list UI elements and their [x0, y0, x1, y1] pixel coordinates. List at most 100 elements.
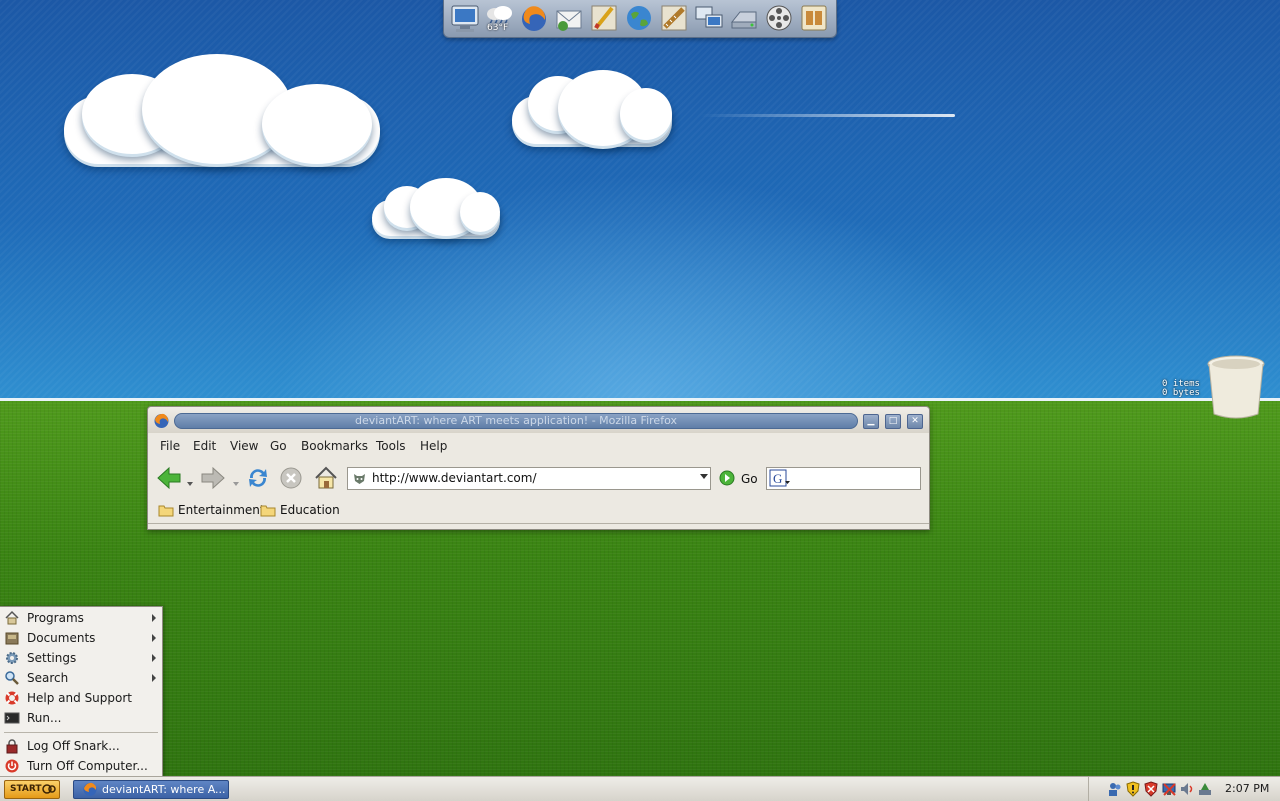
submenu-arrow-icon — [152, 654, 156, 662]
menu-separator — [4, 732, 158, 733]
start-menu-label: Help and Support — [27, 691, 132, 705]
system-tray: 2:07 PM — [1088, 777, 1280, 801]
start-logo-icon — [42, 784, 56, 794]
taskbar-button-firefox[interactable]: deviantART: where A... — [73, 780, 229, 799]
reload-icon[interactable] — [245, 465, 271, 491]
clock: 2:07 PM — [1225, 782, 1270, 795]
stop-icon[interactable] — [279, 466, 303, 490]
weather-temp: 63°F — [487, 23, 509, 33]
start-menu-label: Search — [27, 671, 69, 685]
bookmark-label: Education — [280, 503, 340, 517]
go-label: Go — [741, 472, 758, 486]
menu-bookmarks[interactable]: Bookmarks — [301, 439, 368, 453]
mail-icon[interactable] — [553, 2, 585, 34]
submenu-arrow-icon — [152, 674, 156, 682]
minimize-button[interactable]: ▁ — [863, 414, 879, 429]
menu-file[interactable]: File — [160, 439, 180, 453]
menu-tools[interactable]: Tools — [376, 439, 406, 453]
plane-contrail — [700, 114, 955, 117]
alert-shield-icon[interactable] — [1143, 781, 1159, 797]
folder-icon — [158, 505, 174, 517]
cloud — [62, 54, 382, 174]
trash-info: 0 items 0 bytes — [1162, 380, 1200, 398]
programs-icon — [5, 610, 19, 625]
maximize-button[interactable]: □ — [885, 414, 901, 429]
safely-remove-hardware-icon[interactable] — [1197, 781, 1213, 797]
pencil-icon[interactable] — [588, 2, 620, 34]
start-menu-label: Log Off Snark... — [27, 739, 120, 753]
start-button[interactable]: START — [4, 780, 60, 799]
submenu-arrow-icon — [152, 634, 156, 642]
deviantart-favicon-icon — [351, 470, 368, 487]
google-search-engine-icon[interactable]: G — [769, 469, 791, 487]
firefox-icon — [83, 782, 97, 796]
folder-icon — [260, 505, 276, 517]
back-dropdown-icon[interactable] — [186, 476, 194, 486]
firefox-window: deviantART: where ART meets application!… — [147, 406, 930, 530]
ruler-icon[interactable] — [658, 2, 690, 34]
cloud — [510, 70, 675, 155]
firefox-icon[interactable] — [153, 412, 170, 429]
menu-edit[interactable]: Edit — [193, 439, 216, 453]
documents-icon — [5, 632, 19, 645]
volume-icon[interactable] — [1179, 781, 1195, 797]
start-menu-label: Documents — [27, 631, 96, 645]
url-text: http://www.deviantart.com/ — [372, 471, 537, 485]
menu-go[interactable]: Go — [270, 439, 287, 453]
run-terminal-icon — [4, 712, 20, 724]
start-menu-help[interactable]: Help and Support — [0, 688, 162, 708]
forward-dropdown-icon[interactable] — [232, 476, 240, 486]
close-button[interactable]: ✕ — [907, 414, 923, 429]
window-icon[interactable] — [798, 2, 830, 34]
submenu-arrow-icon — [152, 614, 156, 622]
power-icon — [5, 759, 19, 773]
home-icon[interactable] — [313, 465, 339, 491]
lock-icon — [6, 739, 18, 754]
go-arrow-icon — [719, 470, 735, 486]
menu-view[interactable]: View — [230, 439, 258, 453]
trash-icon[interactable] — [1206, 354, 1266, 422]
window-content-edge — [148, 523, 929, 528]
start-menu-logoff[interactable]: Log Off Snark... — [0, 736, 162, 756]
help-lifebuoy-icon — [5, 691, 19, 705]
users-icon[interactable] — [1107, 781, 1123, 797]
start-menu-label: Turn Off Computer... — [27, 759, 148, 773]
network-disconnected-icon[interactable] — [1161, 781, 1177, 797]
start-menu-settings[interactable]: Settings — [0, 648, 162, 668]
computer-icon[interactable] — [449, 2, 481, 34]
top-dock: 63°F — [443, 0, 837, 38]
start-menu-documents[interactable]: Documents — [0, 628, 162, 648]
cloud — [370, 178, 502, 242]
start-label: START — [10, 784, 42, 794]
search-icon — [5, 671, 19, 685]
start-menu-programs[interactable]: Programs — [0, 608, 162, 628]
bookmark-label: Entertainment — [178, 503, 265, 517]
drive-icon[interactable] — [728, 2, 760, 34]
start-menu-search[interactable]: Search — [0, 668, 162, 688]
forward-arrow-icon[interactable] — [200, 466, 226, 490]
start-menu-label: Run... — [27, 711, 62, 725]
menu-help[interactable]: Help — [420, 439, 447, 453]
start-menu-run[interactable]: Run... — [0, 708, 162, 728]
trash-bytes: 0 bytes — [1162, 388, 1200, 398]
svg-text:G: G — [773, 471, 782, 486]
film-reel-icon[interactable] — [763, 2, 795, 34]
taskbar-button-label: deviantART: where A... — [102, 783, 226, 796]
start-menu-turn-off[interactable]: Turn Off Computer... — [0, 756, 162, 776]
back-arrow-icon[interactable] — [156, 466, 182, 490]
start-menu: Programs Documents Settings Search Help … — [0, 606, 163, 778]
firefox-icon[interactable] — [518, 2, 550, 34]
window-title: deviantART: where ART meets application!… — [174, 413, 858, 429]
settings-gear-icon — [6, 652, 18, 664]
taskbar: START deviantART: where A... 2:07 PM — [0, 776, 1280, 801]
url-dropdown-icon[interactable] — [700, 474, 708, 479]
security-shield-icon[interactable] — [1125, 781, 1141, 797]
url-bar[interactable]: http://www.deviantart.com/ — [347, 467, 711, 490]
bookmarks-toolbar: Entertainment Education — [148, 499, 929, 521]
start-menu-label: Programs — [27, 611, 84, 625]
globe-icon[interactable] — [623, 2, 655, 34]
window-titlebar[interactable]: deviantART: where ART meets application!… — [148, 407, 929, 433]
weather-icon[interactable]: 63°F — [483, 2, 515, 34]
network-icon[interactable] — [693, 2, 725, 34]
search-input[interactable]: G — [766, 467, 921, 490]
